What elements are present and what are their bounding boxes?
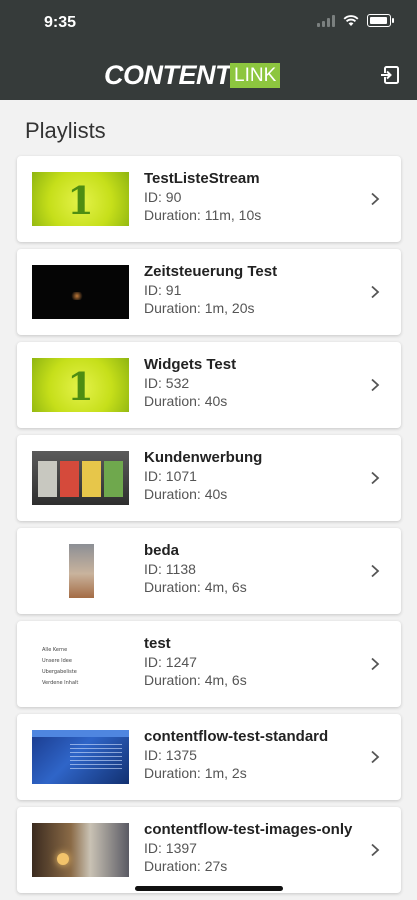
playlist-duration: Duration: 4m, 6s xyxy=(144,579,247,595)
playlist-name: test xyxy=(144,635,171,652)
thumb-digit: 1 xyxy=(67,178,94,223)
playlist-name: beda xyxy=(144,542,180,559)
playlist-item[interactable]: Zeitsteuerung Test ID: 91 Duration: 1m, 20… xyxy=(17,249,401,335)
playlist-item[interactable]: beda ID: 1138 Duration: 4m, 6s xyxy=(17,528,401,614)
playlist-id: ID: 1247 xyxy=(144,654,197,670)
playlist-item[interactable]: 1 TestListeStream ID: 90 Duration: 11m, 10s xyxy=(17,156,401,242)
app-logo: CONTENT LINK xyxy=(104,60,281,90)
playlist-info: Kundenwerbung ID: 1071 Duration: 40s xyxy=(144,448,354,503)
playlist-name: TestListeStream xyxy=(144,170,260,187)
playlist-id: ID: 532 xyxy=(144,375,190,391)
playlist-thumbnail: 1 xyxy=(32,358,129,412)
playlist-name: contentflow-test-standard xyxy=(144,728,329,745)
chevron-right-icon xyxy=(371,378,380,392)
playlist-name: Zeitsteuerung Test xyxy=(144,263,278,280)
playlist-duration: Duration: 11m, 10s xyxy=(144,207,262,223)
playlist-list: 1 TestListeStream ID: 90 Duration: 11m, 10s… xyxy=(17,156,401,900)
playlist-info: test ID: 1247 Duration: 4m, 6s xyxy=(144,634,354,689)
playlist-id: ID: 1375 xyxy=(144,747,197,763)
chevron-right-icon xyxy=(371,564,380,578)
playlist-id: ID: 91 xyxy=(144,282,182,298)
chevron-right-icon xyxy=(371,285,380,299)
playlist-item[interactable]: contentflow-test-images-only ID: 1397 Dura… xyxy=(17,807,401,893)
playlist-item[interactable]: Kundenwerbung ID: 1071 Duration: 40s xyxy=(17,435,401,521)
playlist-item[interactable]: Alle Kerne Unsere Idee Ubergabeliste Verden… xyxy=(17,621,401,707)
chevron-right-icon xyxy=(371,192,380,206)
wifi-icon xyxy=(343,14,359,26)
playlist-id: ID: 90 xyxy=(144,189,182,205)
playlist-thumbnail xyxy=(32,730,129,784)
playlist-info: TestListeStream ID: 90 Duration: 11m, 10s xyxy=(144,169,354,224)
thumb-text-line: Unsere Idee xyxy=(42,658,72,664)
chevron-right-icon xyxy=(371,657,380,671)
playlist-duration: Duration: 27s xyxy=(144,858,228,874)
playlist-info: contentflow-test-images-only ID: 1397 Dura… xyxy=(144,820,354,875)
battery-icon xyxy=(367,14,394,27)
playlist-name: contentflow-test-images-only xyxy=(144,821,353,838)
home-indicator[interactable] xyxy=(135,886,283,891)
playlist-duration: Duration: 1m, 2s xyxy=(144,765,247,781)
thumb-text-line: Alle Kerne xyxy=(42,647,68,653)
playlist-info: contentflow-test-standard ID: 1375 Duratio… xyxy=(144,727,354,782)
playlist-info: Zeitsteuerung Test ID: 91 Duration: 1m, 20… xyxy=(144,262,354,317)
playlist-id: ID: 1138 xyxy=(144,561,196,577)
playlist-id: ID: 1071 xyxy=(144,468,197,484)
playlist-info: Widgets Test ID: 532 Duration: 40s xyxy=(144,355,354,410)
thumb-text-line: Ubergabeliste xyxy=(42,669,77,675)
playlist-thumbnail: Alle Kerne Unsere Idee Ubergabeliste Verden… xyxy=(32,637,129,691)
page-title: Playlists xyxy=(25,118,106,143)
status-time: 9:35 xyxy=(44,14,77,31)
thumb-text-line: Verdene Inhalt xyxy=(42,680,79,686)
playlist-thumbnail xyxy=(32,823,129,877)
playlist-duration: Duration: 1m, 20s xyxy=(144,300,255,316)
playlist-item[interactable]: contentflow-test-standard ID: 1375 Duratio… xyxy=(17,714,401,800)
playlist-info: beda ID: 1138 Duration: 4m, 6s xyxy=(144,541,354,596)
logo-content-text: CONTENT xyxy=(104,60,232,90)
playlist-id: ID: 1397 xyxy=(144,840,197,856)
playlist-thumbnail xyxy=(32,451,129,505)
chevron-right-icon xyxy=(371,843,380,857)
playlist-duration: Duration: 4m, 6s xyxy=(144,672,247,688)
playlist-duration: Duration: 40s xyxy=(144,393,228,409)
chevron-right-icon xyxy=(371,471,380,485)
playlist-duration: Duration: 40s xyxy=(144,486,228,502)
playlist-name: Kundenwerbung xyxy=(144,449,263,466)
thumb-digit: 1 xyxy=(67,364,94,409)
cellular-signal-icon xyxy=(317,14,335,27)
playlist-item[interactable]: 1 Widgets Test ID: 532 Duration: 40s xyxy=(17,342,401,428)
app-header: 9:35 CONTENT LINK xyxy=(0,0,417,100)
playlist-name: Widgets Test xyxy=(144,356,237,373)
playlist-thumbnail xyxy=(32,265,129,319)
status-icons xyxy=(317,14,394,27)
playlist-thumbnail: 1 xyxy=(32,172,129,226)
logo-link-text: LINK xyxy=(230,63,281,88)
logout-icon[interactable] xyxy=(379,64,401,86)
playlist-thumbnail xyxy=(32,544,129,598)
chevron-right-icon xyxy=(371,750,380,764)
